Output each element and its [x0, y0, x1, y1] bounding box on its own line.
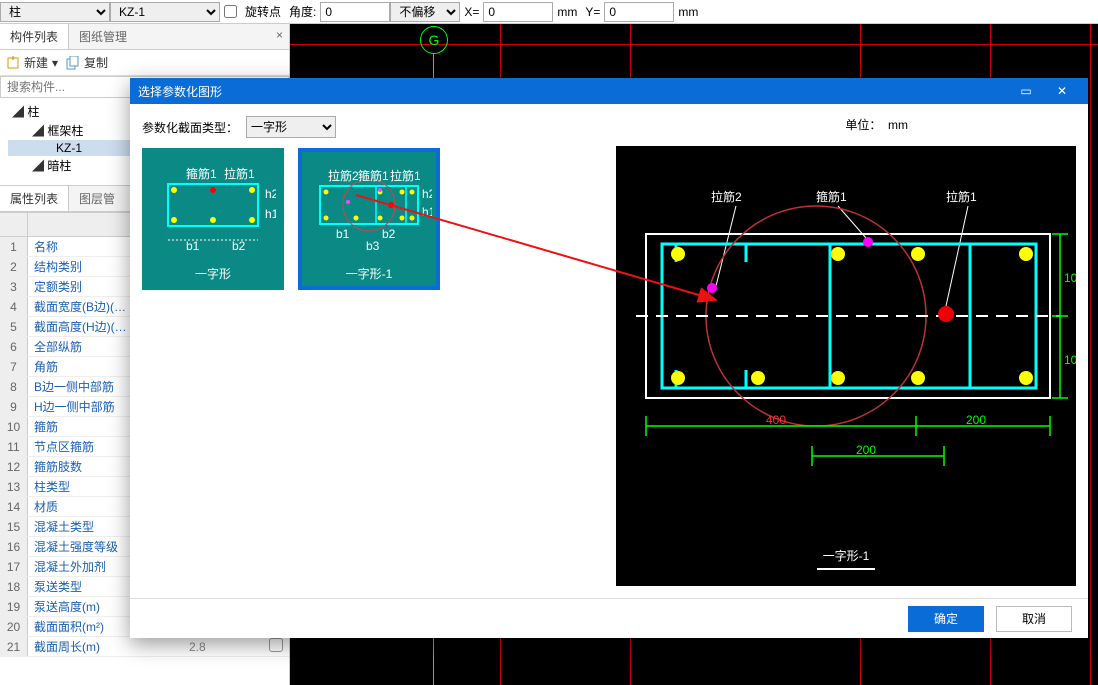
svg-text:h2: h2 [265, 187, 276, 201]
tab-drawing-mgmt[interactable]: 图纸管理 [69, 24, 137, 49]
row-number: 3 [0, 277, 28, 296]
property-row[interactable]: 21截面周长(m)2.8 [0, 637, 289, 657]
svg-text:h2: h2 [422, 187, 432, 201]
row-number: 10 [0, 417, 28, 436]
component-tabs: 构件列表 图纸管理 [0, 24, 289, 50]
shape-preview: 拉筋2 箍筋1 拉筋1 [616, 146, 1076, 586]
param-type-select[interactable]: 一字形 [246, 116, 336, 138]
svg-text:拉筋1: 拉筋1 [946, 189, 977, 204]
y-input[interactable] [604, 2, 674, 22]
rotate-label: 旋转点 [241, 3, 285, 20]
new-label: 新建 [24, 54, 48, 71]
svg-text:200: 200 [856, 443, 876, 457]
svg-text:100: 100 [1064, 271, 1076, 285]
row-number: 18 [0, 577, 28, 596]
row-number: 12 [0, 457, 28, 476]
svg-text:200: 200 [966, 413, 986, 427]
cancel-button[interactable]: 取消 [996, 606, 1072, 632]
row-number: 7 [0, 357, 28, 376]
dialog-title: 选择参数化图形 [138, 83, 1008, 100]
row-number: 19 [0, 597, 28, 616]
offset-select[interactable]: 不偏移 [390, 2, 460, 22]
svg-text:b1: b1 [336, 227, 350, 241]
angle-label: 角度: [285, 3, 320, 20]
panel-toolbar: 新建 ▾ 复制 [0, 50, 289, 76]
property-name: 截面周长(m) [28, 638, 183, 655]
row-number: 21 [0, 637, 28, 656]
shape-thumb-yizixing[interactable]: 箍筋1 拉筋1 b1 b2 h2 h1 一字形 [142, 148, 284, 290]
thumb-label: 一字形 [146, 265, 280, 282]
svg-text:拉筋2: 拉筋2 [328, 168, 359, 183]
row-number: 20 [0, 617, 28, 636]
x-input[interactable] [483, 2, 553, 22]
shape-thumb-yizixing-1[interactable]: 拉筋2 箍筋1 拉筋1 b1 b2 b3 h2 h1 一字形-1 [298, 148, 440, 290]
svg-text:拉筋1: 拉筋1 [224, 166, 255, 181]
row-number: 13 [0, 477, 28, 496]
copy-label: 复制 [84, 54, 108, 71]
svg-text:箍筋1: 箍筋1 [186, 166, 217, 181]
svg-text:h1: h1 [265, 207, 276, 221]
svg-text:100: 100 [1064, 353, 1076, 367]
tab-property-list[interactable]: 属性列表 [0, 186, 69, 211]
thumb-label: 一字形-1 [302, 265, 436, 282]
row-number: 15 [0, 517, 28, 536]
row-number: 6 [0, 337, 28, 356]
item-select[interactable]: KZ-1 [110, 2, 220, 22]
row-number: 14 [0, 497, 28, 516]
tab-layer-mgmt[interactable]: 图层管 [69, 186, 125, 211]
row-number: 11 [0, 437, 28, 456]
row-number: 4 [0, 297, 28, 316]
y-label: Y= [581, 5, 604, 19]
axis-bubble: G [420, 26, 448, 54]
row-number: 8 [0, 377, 28, 396]
copy-button[interactable]: 复制 [66, 54, 108, 71]
dialog-titlebar[interactable]: 选择参数化图形 ▭ ✕ [130, 78, 1088, 104]
svg-text:400: 400 [766, 413, 786, 427]
row-number: 1 [0, 237, 28, 256]
svg-text:拉筋1: 拉筋1 [390, 168, 421, 183]
unit-label: 单位： mm [845, 116, 908, 133]
dialog-footer: 确定 取消 [130, 598, 1088, 638]
dialog-left-pane: 参数化截面类型： 一字形 箍筋1 拉筋1 b1 b2 [130, 104, 604, 598]
new-button[interactable]: 新建 ▾ [6, 54, 58, 71]
row-number: 16 [0, 537, 28, 556]
row-number: 9 [0, 397, 28, 416]
rotate-checkbox[interactable] [224, 5, 237, 18]
tab-component-list[interactable]: 构件列表 [0, 24, 69, 49]
svg-text:b3: b3 [366, 239, 380, 253]
new-icon [6, 56, 20, 70]
mm-label-1: mm [553, 5, 581, 19]
property-check[interactable] [263, 638, 289, 655]
ok-button[interactable]: 确定 [908, 606, 984, 632]
param-type-label: 参数化截面类型： [142, 119, 238, 136]
row-number: 17 [0, 557, 28, 576]
top-toolbar: 柱 KZ-1 旋转点 角度: 不偏移 X= mm Y= mm [0, 0, 1098, 24]
svg-text:b1: b1 [186, 239, 200, 253]
minimize-icon[interactable]: ▭ [1008, 84, 1044, 98]
svg-text:h1: h1 [422, 205, 432, 219]
chevron-down-icon: ▾ [52, 56, 58, 70]
close-icon[interactable]: × [276, 28, 283, 42]
mm-label-2: mm [674, 5, 702, 19]
row-number: 2 [0, 257, 28, 276]
copy-icon [66, 56, 80, 70]
preview-title: 一字形-1 [616, 535, 1076, 570]
svg-text:箍筋1: 箍筋1 [358, 168, 389, 183]
svg-text:拉筋2: 拉筋2 [711, 189, 742, 204]
row-number: 5 [0, 317, 28, 336]
param-shape-dialog: 选择参数化图形 ▭ ✕ 参数化截面类型： 一字形 箍筋1 [130, 78, 1088, 638]
x-label: X= [460, 5, 483, 19]
close-dialog-icon[interactable]: ✕ [1044, 84, 1080, 98]
category-select[interactable]: 柱 [0, 2, 110, 22]
svg-text:b2: b2 [232, 239, 246, 253]
dialog-right-pane: 单位： mm 拉筋2 箍筋1 拉筋1 [604, 104, 1088, 598]
angle-input[interactable] [320, 2, 390, 22]
svg-text:b2: b2 [382, 227, 396, 241]
property-value: 2.8 [183, 640, 263, 654]
svg-text:箍筋1: 箍筋1 [816, 189, 847, 204]
